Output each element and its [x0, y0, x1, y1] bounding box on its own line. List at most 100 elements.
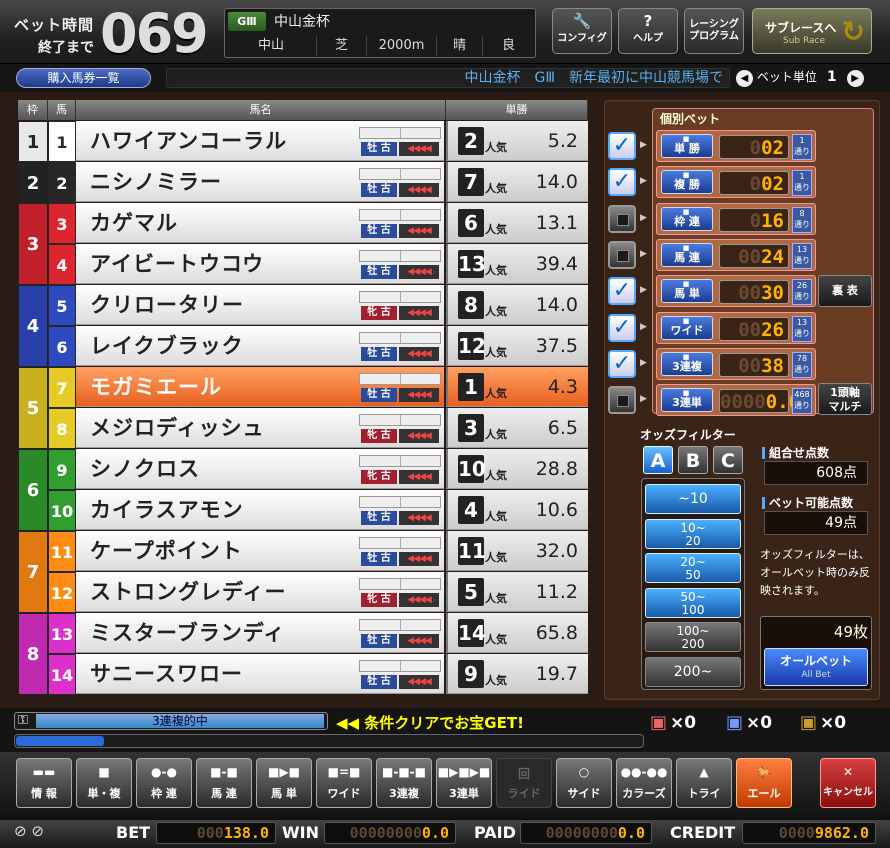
bottom-button[interactable]: エール — [736, 758, 792, 808]
trend-track — [359, 127, 441, 139]
filter-tab-b[interactable]: B — [678, 446, 708, 474]
horse-row[interactable]: レイクブラック牡 古 ◀◀◀◀ 12 人気 37.5 — [76, 326, 588, 367]
win-odds-cell: 12 人気 37.5 — [446, 326, 588, 366]
help-button[interactable]: ? ヘルプ — [618, 8, 678, 54]
condition-clear-text: ◀◀ 条件クリアでお宝GET! — [336, 714, 524, 732]
ura-omote-button[interactable]: 裏 表 — [818, 275, 872, 307]
sub-race-button[interactable]: サブレースへ Sub Race ↻ — [752, 8, 872, 54]
win-value-pad: 00000000 — [349, 824, 422, 842]
horse-row[interactable]: メジロディッシュ牝 古 ◀◀◀◀ 3 人気 6.5 — [76, 408, 588, 449]
bottom-button[interactable]: トライ — [676, 758, 732, 808]
horse-number: 1 — [48, 121, 76, 162]
bet-type-checkbox[interactable]: ✓ — [608, 313, 636, 342]
horse-number: 2 — [48, 162, 76, 203]
one-horse-multi-button[interactable]: 1頭軸 マルチ — [818, 383, 872, 415]
bet-count-value: 16 — [761, 209, 784, 232]
win-odds-cell: 9 人気 19.7 — [446, 654, 588, 694]
horse-number: 8 — [48, 408, 76, 449]
win-odds-value: 65.8 — [535, 622, 578, 644]
bottom-button[interactable]: ライド — [496, 758, 552, 808]
bettable-count-value: 49点 — [764, 511, 868, 535]
bet-count-value: 02 — [761, 173, 784, 196]
racing-program-button[interactable]: レーシング プログラム — [684, 8, 744, 54]
bet-type-button[interactable]: 馬 単 — [661, 270, 713, 304]
bet-type-checkbox[interactable]: ✓ — [608, 349, 636, 378]
bet-type-button[interactable]: 複 勝 — [661, 161, 713, 195]
odds-range-button[interactable]: 200~ — [645, 656, 741, 687]
bet-type-checkbox[interactable] — [608, 386, 636, 415]
horse-row[interactable]: ケープポイント牡 古 ◀◀◀◀ 11 人気 32.0 — [76, 531, 588, 572]
popularity-rank: 2 — [458, 127, 484, 155]
bet-type-checkbox[interactable]: ✓ — [608, 277, 636, 306]
win-odds-cell: 13 人気 39.4 — [446, 244, 588, 284]
header-waku: 枠 — [18, 100, 48, 120]
bet-type-button[interactable]: 馬 連 — [661, 234, 713, 267]
bottom-button[interactable]: サイド — [556, 758, 612, 808]
horse-row[interactable]: サニースワロー牡 古 ◀◀◀◀ 9 人気 19.7 — [76, 654, 588, 695]
unit-decrease-icon[interactable]: ◀ — [736, 70, 753, 87]
unit-increase-icon[interactable]: ▶ — [846, 70, 864, 87]
help-label: ヘルプ — [633, 33, 663, 44]
bet-type-checkbox[interactable]: ✓ — [608, 168, 636, 197]
bet-count-pad: 00 — [738, 318, 762, 341]
horse-row[interactable]: カゲマル牡 古 ◀◀◀◀ 6 人気 13.1 — [76, 203, 588, 244]
sound-off-icon[interactable]: ⊘ ⊘ — [14, 822, 44, 840]
bet-type-button[interactable]: 枠 連 — [661, 198, 713, 231]
bottom-button[interactable]: キャンセル — [820, 758, 876, 808]
bet-type-button[interactable]: 3連単 — [661, 379, 713, 413]
popularity-label: 人気 — [485, 387, 507, 400]
win-value: 000000000.0 — [324, 822, 456, 844]
popularity-label: 人気 — [485, 305, 507, 318]
horse-row[interactable]: シノクロス牝 古 ◀◀◀◀ 10 人気 28.8 — [76, 449, 588, 490]
horse-row[interactable]: ストロングレディー牝 古 ◀◀◀◀ 5 人気 11.2 — [76, 572, 588, 613]
bet-unit: ◀ ベット単位 1 ▶ — [736, 68, 864, 87]
header-name: 馬名 — [76, 100, 446, 120]
bet-type-checkbox[interactable] — [608, 240, 636, 269]
filter-tab-a[interactable]: A — [643, 446, 673, 474]
bet-type-button[interactable]: 3連複 — [661, 343, 713, 376]
individual-bet-row: 馬 連002413 通り — [656, 234, 816, 271]
bottom-button[interactable]: 情 報 — [16, 758, 72, 808]
horse-row[interactable]: ニシノミラー牡 古 ◀◀◀◀ 7 人気 14.0 — [76, 162, 588, 203]
horse-row[interactable]: カイラスアモン牡 古 ◀◀◀◀ 4 人気 10.6 — [76, 490, 588, 531]
bet-count-value: 02 — [761, 137, 784, 159]
filter-tab-c[interactable]: C — [713, 446, 743, 474]
individual-bet-row: 3連単00000.0468 通り — [656, 379, 816, 417]
bet-unit-value: 1 — [826, 69, 837, 85]
horse-row[interactable]: クリロータリー牝 古 ◀◀◀◀ 8 人気 14.0 — [76, 285, 588, 326]
bottom-button[interactable]: 単・複 — [76, 758, 132, 808]
config-button[interactable]: 🔧 コンフィグ — [552, 8, 612, 54]
bet-type-button[interactable]: ワイド — [661, 307, 713, 340]
bet-type-checkbox[interactable]: ✓ — [608, 132, 636, 160]
bottom-button[interactable]: 馬 連 — [196, 758, 252, 808]
horse-row[interactable]: アイビートウコウ牡 古 ◀◀◀◀ 13 人気 39.4 — [76, 244, 588, 285]
bottom-button[interactable]: 3連単 — [436, 758, 492, 808]
horse-row[interactable]: ハワイアンコーラル牡 古 ◀◀◀◀ 2 人気 5.2 — [76, 121, 588, 162]
win-odds-cell: 10 人気 28.8 — [446, 449, 588, 489]
horse-number: 11 — [48, 531, 76, 572]
win-odds-cell: 7 人気 14.0 — [446, 162, 588, 202]
popularity-label: 人気 — [485, 510, 507, 523]
purchased-tickets-button[interactable]: 購入馬券一覧 — [16, 68, 151, 88]
grade-badge: GⅢ — [228, 12, 266, 31]
horse-row[interactable]: モガミエール牡 古 ◀◀◀◀ 1 人気 4.3 — [76, 367, 588, 408]
sex-age-badge: 牡 古 — [361, 675, 397, 689]
odds-range-button[interactable]: 100~ 200 — [645, 622, 741, 652]
odds-range-button[interactable]: 50~ 100 — [645, 587, 741, 618]
bet-count-value: 24 — [761, 245, 784, 268]
horse-row[interactable]: ミスターブランディ牡 古 ◀◀◀◀ 14 人気 65.8 — [76, 613, 588, 654]
bet-type-button[interactable]: 単 勝 — [661, 125, 713, 158]
bet-count: 0038 — [719, 352, 789, 377]
bottom-button[interactable]: 枠 連 — [136, 758, 192, 808]
bottom-button[interactable]: カラーズ — [616, 758, 672, 808]
odds-range-button[interactable]: 20~ 50 — [645, 553, 741, 583]
bet-type-checkbox[interactable] — [608, 204, 636, 233]
popularity-rank: 9 — [458, 660, 484, 688]
bet-count: 002 — [719, 135, 789, 159]
all-bet-button[interactable]: オールベット All Bet — [764, 648, 868, 686]
odds-range-button[interactable]: 10~ 20 — [645, 518, 741, 549]
bottom-button[interactable]: 3連複 — [376, 758, 432, 808]
odds-range-button[interactable]: ~10 — [645, 484, 741, 514]
bottom-button[interactable]: ワイド — [316, 758, 372, 808]
bottom-button[interactable]: 馬 単 — [256, 758, 312, 808]
